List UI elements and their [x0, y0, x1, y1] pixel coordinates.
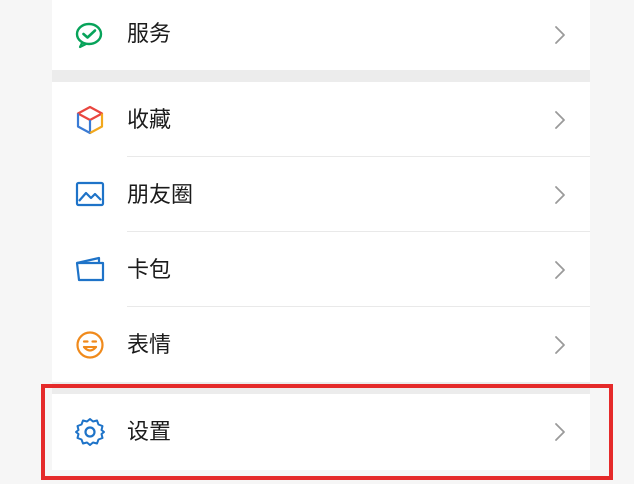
smiley-icon — [74, 329, 106, 361]
menu-item-stickers-label: 表情 — [127, 333, 172, 358]
chevron-right-icon — [552, 259, 568, 281]
menu-item-settings-label: 设置 — [127, 420, 172, 445]
gear-icon — [74, 416, 106, 448]
chevron-right-icon — [552, 421, 568, 443]
menu-item-moments-label: 朋友圈 — [127, 183, 194, 208]
image-icon — [74, 178, 106, 210]
wallet-icon — [74, 254, 106, 286]
section-gap — [52, 70, 590, 82]
services-section: 服务 — [52, 0, 590, 70]
settings-section: 设置 — [52, 394, 590, 470]
chevron-right-icon — [552, 24, 568, 46]
menu-item-cards[interactable]: 卡包 — [52, 232, 590, 307]
menu-item-services-label: 服务 — [127, 22, 172, 47]
menu-item-favorites[interactable]: 收藏 — [52, 82, 590, 157]
chevron-right-icon — [552, 109, 568, 131]
menu-item-settings[interactable]: 设置 — [52, 394, 590, 470]
chevron-right-icon — [552, 184, 568, 206]
menu-item-services[interactable]: 服务 — [52, 0, 590, 70]
menu-item-moments[interactable]: 朋友圈 — [52, 157, 590, 232]
cube-icon — [74, 104, 106, 136]
menu-item-stickers[interactable]: 表情 — [52, 307, 590, 382]
chevron-right-icon — [552, 334, 568, 356]
features-section: 收藏 朋友圈 卡包 表情 — [52, 82, 590, 382]
menu-item-cards-label: 卡包 — [127, 258, 172, 283]
section-gap — [52, 382, 590, 394]
wechat-pay-icon — [74, 19, 106, 51]
menu-item-favorites-label: 收藏 — [127, 108, 172, 133]
